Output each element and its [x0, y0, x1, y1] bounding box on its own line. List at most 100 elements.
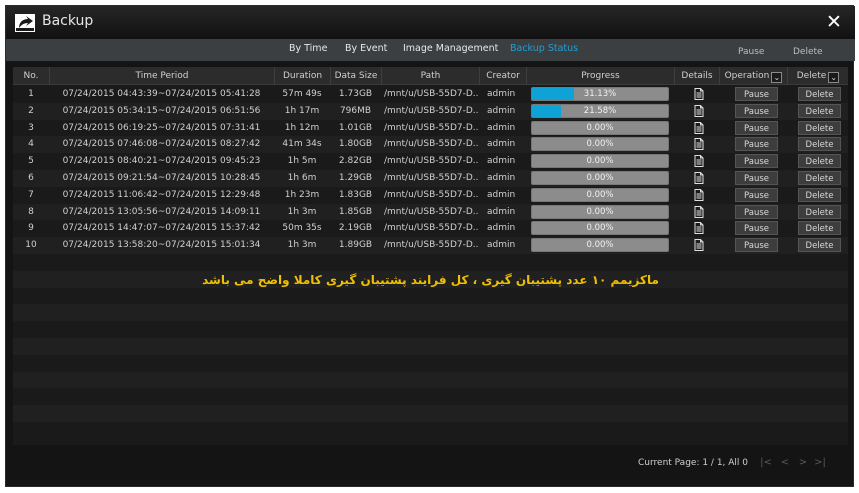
backup-app-icon — [15, 14, 35, 32]
document-icon[interactable] — [694, 121, 704, 134]
tab-image-management[interactable]: Image Management — [403, 43, 498, 54]
document-icon[interactable] — [694, 188, 704, 201]
row-duration: 1h 5m — [287, 156, 317, 167]
row-time-period: 07/24/2015 06:19:25~07/24/2015 07:31:41 — [62, 122, 261, 133]
row-creator: admin — [487, 122, 516, 133]
row-duration: 1h 17m — [284, 105, 320, 116]
tab-by-event[interactable]: By Event — [345, 43, 387, 54]
row-data-size: 2.82GB — [338, 156, 373, 167]
progress-text: 21.58% — [583, 105, 617, 116]
chevron-down-icon[interactable]: ⌄ — [828, 72, 840, 83]
row-no: 8 — [28, 206, 34, 217]
header-progress: Progress — [526, 67, 674, 85]
table-row: 8 07/24/2015 13:05:56~07/24/2015 14:09:11… — [13, 203, 848, 221]
empty-row — [13, 304, 848, 322]
progress-bar: 0.00% — [531, 170, 669, 185]
row-time-period: 07/24/2015 04:43:39~07/24/2015 05:41:28 — [62, 89, 261, 99]
row-path: /mnt/u/USB-55D7-D... — [384, 206, 479, 217]
table-header: No. Time Period Duration Data Size Path … — [13, 67, 848, 85]
first-page-button[interactable]: |< — [759, 456, 773, 470]
pause-button[interactable]: Pause — [735, 170, 778, 185]
pause-button[interactable]: Pause — [735, 204, 778, 219]
row-data-size: 1.83GB — [338, 189, 373, 200]
progress-bar: 0.00% — [531, 204, 669, 219]
header-delete[interactable]: Delete ⌄ — [787, 67, 848, 85]
delete-button[interactable]: Delete — [798, 238, 841, 253]
pause-button[interactable]: Pause — [735, 187, 778, 202]
row-data-size: 2.19GB — [338, 223, 373, 234]
row-path: /mnt/u/USB-55D7-D... — [384, 172, 479, 183]
row-path: /mnt/u/USB-55D7-D... — [384, 105, 479, 116]
pause-button[interactable]: Pause — [735, 221, 778, 236]
row-no: 7 — [28, 189, 34, 200]
row-duration: 1h 12m — [284, 122, 320, 133]
window-title: Backup — [42, 13, 94, 29]
header-no: No. — [23, 71, 39, 81]
row-path: /mnt/u/USB-55D7-D... — [384, 122, 479, 133]
document-icon[interactable] — [694, 104, 704, 117]
tab-backup-status[interactable]: Backup Status — [510, 43, 578, 54]
row-duration: 50m 35s — [282, 223, 322, 234]
row-no: 3 — [28, 122, 34, 133]
row-creator: admin — [487, 172, 516, 183]
prev-page-button[interactable]: < — [778, 456, 792, 470]
row-data-size: 1.29GB — [338, 172, 373, 183]
next-page-button[interactable]: > — [796, 456, 810, 470]
empty-row — [13, 405, 848, 422]
title-bar: Backup ✕ — [6, 6, 855, 39]
row-no: 4 — [28, 139, 34, 150]
progress-text: 0.00% — [586, 122, 614, 133]
progress-bar: 0.00% — [531, 238, 669, 253]
delete-button[interactable]: Delete — [798, 204, 841, 219]
table-row: 10 07/24/2015 13:58:20~07/24/2015 15:01:3… — [13, 237, 848, 254]
table-row: 6 07/24/2015 09:21:54~07/24/2015 10:28:45… — [13, 169, 848, 187]
row-creator: admin — [487, 89, 516, 99]
pause-all-button[interactable]: Pause — [738, 47, 764, 57]
row-data-size: 1.85GB — [338, 206, 373, 217]
progress-text: 0.00% — [586, 206, 614, 217]
header-duration: Duration — [274, 67, 330, 85]
last-page-button[interactable]: >| — [813, 456, 827, 470]
row-time-period: 07/24/2015 07:46:08~07/24/2015 08:27:42 — [62, 139, 261, 150]
document-icon[interactable] — [694, 155, 704, 168]
document-icon[interactable] — [694, 205, 704, 218]
delete-button[interactable]: Delete — [798, 120, 841, 135]
pause-button[interactable]: Pause — [735, 87, 778, 101]
delete-button[interactable]: Delete — [798, 103, 841, 118]
progress-bar: 0.00% — [531, 120, 669, 135]
delete-button[interactable]: Delete — [798, 87, 841, 101]
chevron-down-icon[interactable]: ⌄ — [771, 72, 783, 83]
header-operation[interactable]: Operation ⌄ — [719, 67, 787, 85]
delete-button[interactable]: Delete — [798, 137, 841, 152]
row-no: 5 — [28, 156, 34, 167]
pause-button[interactable]: Pause — [735, 103, 778, 118]
document-icon[interactable] — [694, 239, 704, 252]
row-duration: 1h 3m — [287, 206, 317, 217]
row-path: /mnt/u/USB-55D7-D... — [384, 156, 479, 167]
row-time-period: 07/24/2015 05:34:15~07/24/2015 06:51:56 — [62, 105, 261, 116]
row-creator: admin — [487, 139, 516, 150]
row-no: 10 — [25, 240, 37, 251]
document-icon[interactable] — [694, 138, 704, 151]
row-duration: 57m 49s — [282, 89, 322, 99]
progress-bar: 21.58% — [531, 103, 669, 118]
row-path: /mnt/u/USB-55D7-D... — [384, 240, 479, 251]
delete-all-button[interactable]: Delete — [793, 47, 823, 57]
document-icon[interactable] — [694, 88, 704, 100]
delete-button[interactable]: Delete — [798, 187, 841, 202]
document-icon[interactable] — [694, 171, 704, 184]
pause-button[interactable]: Pause — [735, 137, 778, 152]
row-duration: 41m 34s — [282, 139, 322, 150]
row-no: 9 — [28, 223, 34, 234]
close-icon[interactable]: ✕ — [823, 9, 845, 35]
pause-button[interactable]: Pause — [735, 154, 778, 169]
document-icon[interactable] — [694, 222, 704, 235]
delete-button[interactable]: Delete — [798, 154, 841, 169]
header-data-size: Data Size — [330, 67, 381, 85]
row-no: 2 — [28, 105, 34, 116]
tab-by-time[interactable]: By Time — [289, 43, 327, 54]
delete-button[interactable]: Delete — [798, 221, 841, 236]
pause-button[interactable]: Pause — [735, 238, 778, 253]
delete-button[interactable]: Delete — [798, 170, 841, 185]
pause-button[interactable]: Pause — [735, 120, 778, 135]
